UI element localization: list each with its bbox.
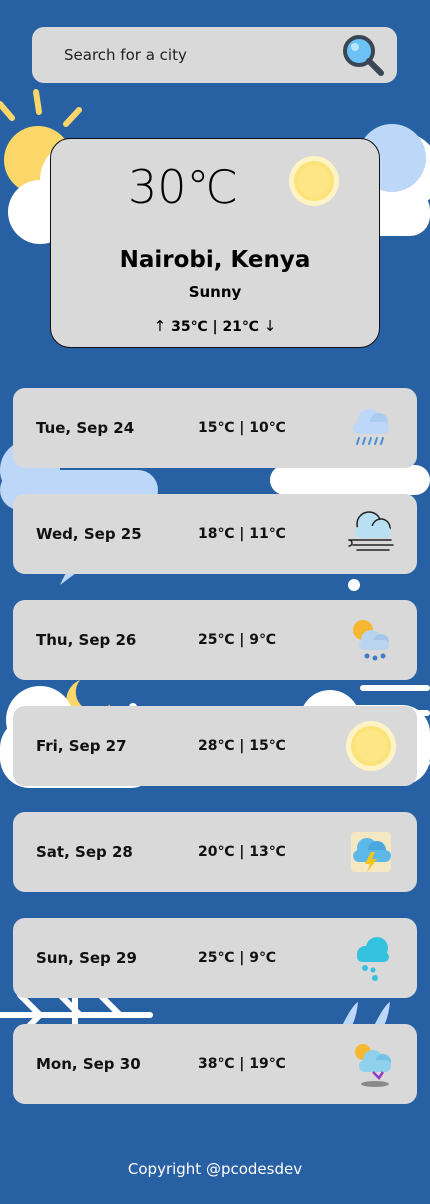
windy-cloud-icon [348,511,394,551]
forecast-temperatures: 25℃ | 9℃ [198,632,276,648]
forecast-temperatures: 25℃ | 9℃ [198,950,276,966]
current-temperature: 30℃ [128,160,239,214]
forecast-temperatures: 28℃ | 15℃ [198,738,286,754]
temperature-range: ↑ 35℃ | 21℃ ↓ [51,317,379,335]
current-weather-card: 30℃ Nairobi, Kenya Sunny ↑ 35℃ | 21℃ ↓ [50,138,380,348]
forecast-date: Sat, Sep 28 [36,843,133,861]
arrow-down-icon: ↓ [263,317,277,335]
search-icon[interactable] [341,33,385,77]
forecast-row: Wed, Sep 25 18℃ | 11℃ [13,494,417,574]
rain-cloud-icon [353,409,389,445]
weather-condition: Sunny [188,283,242,301]
sun-icon [289,156,339,206]
forecast-date: Fri, Sep 27 [36,737,127,755]
range-separator: | [212,319,218,335]
forecast-row: Tue, Sep 24 15℃ | 10℃ [13,388,417,468]
forecast-date: Wed, Sep 25 [36,525,142,543]
forecast-row: Fri, Sep 27 28℃ | 15℃ [13,706,417,786]
forecast-row: Sat, Sep 28 20℃ | 13℃ [13,812,417,892]
high-temperature: 35℃ [171,319,208,335]
forecast-temperatures: 18℃ | 11℃ [198,526,286,542]
forecast-row: Sun, Sep 29 25℃ | 9℃ [13,918,417,998]
arrow-up-icon: ↑ [153,317,167,335]
forecast-date: Thu, Sep 26 [36,631,137,649]
forecast-date: Sun, Sep 29 [36,949,137,967]
thunderstorm-icon [351,832,391,872]
forecast-row: Mon, Sep 30 38℃ | 19℃ [13,1024,417,1104]
sun-icon [346,721,396,771]
forecast-date: Mon, Sep 30 [36,1055,141,1073]
sun-rain-cloud-icon [353,620,389,661]
search-input[interactable] [32,27,332,83]
search-bar [32,27,397,83]
forecast-temperatures: 38℃ | 19℃ [198,1056,286,1072]
background-sun-icon [0,89,82,127]
forecast-row: Thu, Sep 26 25℃ | 9℃ [13,600,417,680]
forecast-temperatures: 20℃ | 13℃ [198,844,286,860]
forecast-date: Tue, Sep 24 [36,419,135,437]
drizzle-cloud-icon [357,937,389,981]
sun-cloud-icon [355,1044,391,1087]
low-temperature: 21℃ [222,319,259,335]
footer-copyright: Copyright @pcodesdev [127,1160,303,1178]
forecast-temperatures: 15℃ | 10℃ [198,420,286,436]
city-name: Nairobi, Kenya [119,247,311,273]
